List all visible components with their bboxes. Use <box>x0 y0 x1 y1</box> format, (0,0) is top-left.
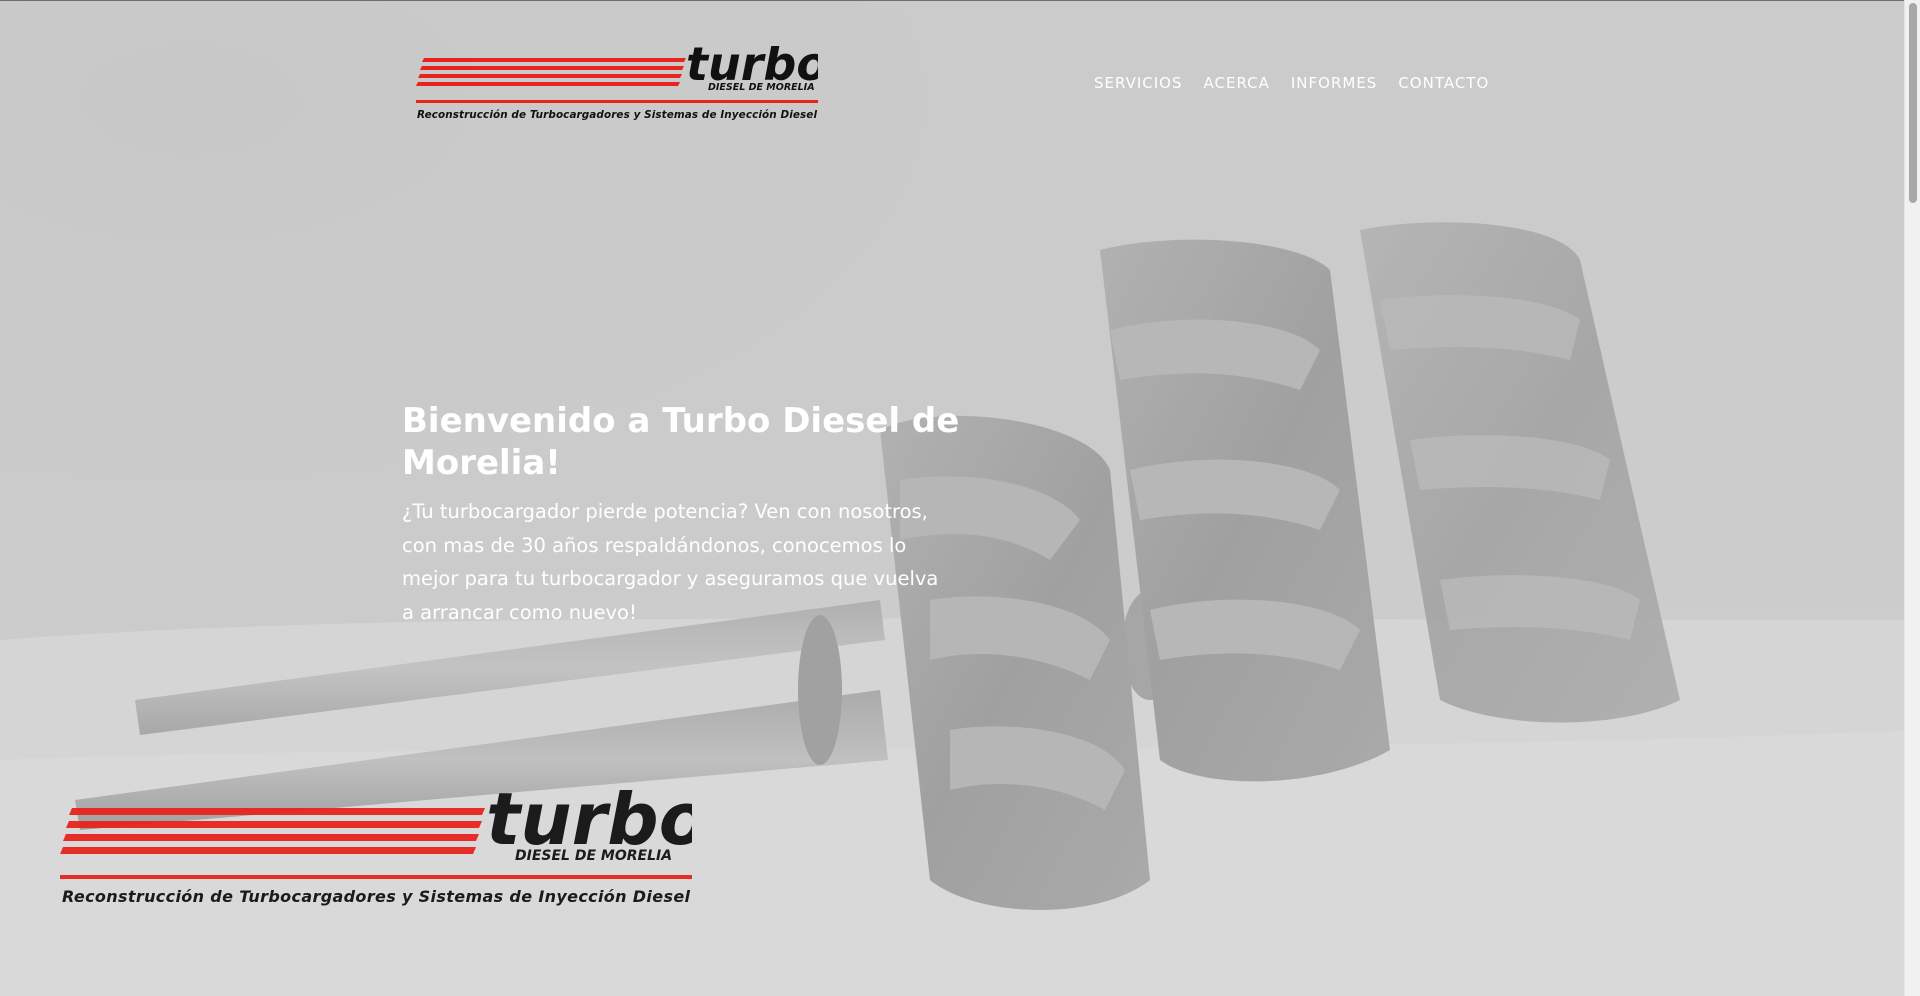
nav-servicios[interactable]: SERVICIOS <box>1094 73 1183 93</box>
nav-contacto[interactable]: CONTACTO <box>1398 73 1489 93</box>
hero-subtitle: ¿Tu turbocargador pierde potencia? Ven c… <box>402 500 939 624</box>
bottom-logo: turbo DIESEL DE MORELIA Reconstrucción d… <box>60 777 708 910</box>
top-border <box>0 0 1920 1</box>
logo-sub: DIESEL DE MORELIA <box>708 82 815 93</box>
turbo-logo-icon: turbo DIESEL DE MORELIA Reconstrucción d… <box>416 37 828 121</box>
header-logo[interactable]: turbo DIESEL DE MORELIA Reconstrucción d… <box>416 37 828 124</box>
logo-tagline: Reconstrucción de Turbocargadores y Sist… <box>417 109 817 121</box>
nav-acerca[interactable]: ACERCA <box>1204 73 1270 93</box>
logo-large-tagline: Reconstrucción de Turbocargadores y Sist… <box>62 887 691 906</box>
logo-large-sub: DIESEL DE MORELIA <box>515 848 672 864</box>
page: turbo DIESEL DE MORELIA Reconstrucción d… <box>0 0 1920 996</box>
main-nav: SERVICIOS ACERCA INFORMES CONTACTO <box>1094 73 1489 93</box>
scrollbar-thumb[interactable] <box>1909 3 1917 203</box>
hero-title: Bienvenido a Turbo Diesel de Morelia! <box>402 401 960 483</box>
scrollbar[interactable] <box>1904 0 1920 996</box>
turbo-logo-large-icon: turbo DIESEL DE MORELIA Reconstrucción d… <box>60 777 708 906</box>
nav-informes[interactable]: INFORMES <box>1291 73 1377 93</box>
